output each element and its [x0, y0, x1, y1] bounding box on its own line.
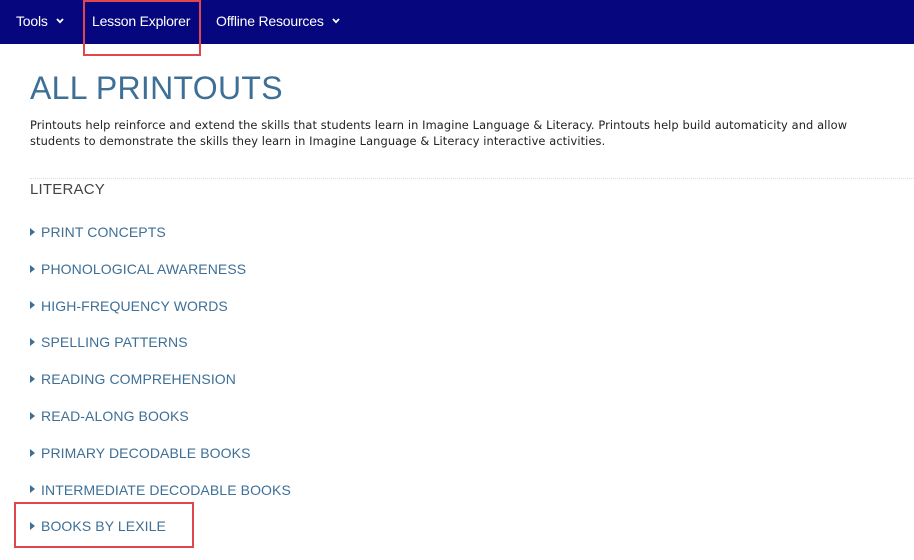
caret-right-icon [30, 227, 35, 236]
caret-right-icon [30, 374, 35, 383]
intro-paragraph: Printouts help reinforce and extend the … [30, 118, 848, 148]
literacy-heading: LITERACY [30, 181, 105, 198]
top-navbar: Tools Lesson Explorer Offline Resources [0, 0, 914, 44]
category-label: PRIMARY DECODABLE BOOKS [41, 444, 251, 461]
chevron-down-icon [332, 18, 340, 24]
category-label: READ-ALONG BOOKS [41, 407, 189, 424]
category-high-frequency-words[interactable]: HIGH-FREQUENCY WORDS [30, 296, 291, 333]
category-label: READING COMPREHENSION [41, 371, 237, 388]
category-spelling-patterns[interactable]: SPELLING PATTERNS [30, 332, 291, 369]
category-label: BOOKS BY LEXILE [41, 518, 166, 535]
caret-right-icon [30, 338, 35, 347]
nav-lesson-explorer-label: Lesson Explorer [92, 13, 191, 29]
category-label: INTERMEDIATE DECODABLE BOOKS [41, 481, 291, 498]
nav-offline-resources-label: Offline Resources [216, 13, 324, 29]
caret-right-icon [30, 448, 35, 457]
category-books-by-lexile[interactable]: BOOKS BY LEXILE [30, 516, 291, 553]
category-print-concepts[interactable]: PRINT CONCEPTS [30, 222, 291, 259]
category-phonological-awareness[interactable]: PHONOLOGICAL AWARENESS [30, 259, 291, 296]
category-label: HIGH-FREQUENCY WORDS [41, 297, 228, 314]
nav-lesson-explorer[interactable]: Lesson Explorer [92, 0, 190, 44]
caret-right-icon [30, 522, 35, 531]
category-label: PRINT CONCEPTS [41, 224, 166, 240]
page-title: ALL PRINTOUTS [30, 70, 283, 106]
category-read-along-books[interactable]: READ-ALONG BOOKS [30, 406, 291, 443]
nav-tools-label: Tools [16, 13, 48, 29]
chevron-down-icon [56, 18, 65, 24]
caret-right-icon [30, 411, 35, 420]
category-reading-comprehension[interactable]: READING COMPREHENSION [30, 369, 291, 406]
category-intermediate-decodable-books[interactable]: INTERMEDIATE DECODABLE BOOKS [30, 480, 291, 517]
caret-right-icon [30, 264, 35, 273]
category-primary-decodable-books[interactable]: PRIMARY DECODABLE BOOKS [30, 443, 291, 480]
category-label: SPELLING PATTERNS [41, 334, 188, 351]
section-divider [30, 178, 914, 179]
category-label: PHONOLOGICAL AWARENESS [41, 260, 247, 277]
nav-tools-menu[interactable]: Tools [16, 0, 65, 44]
caret-right-icon [30, 485, 35, 494]
caret-right-icon [30, 301, 35, 310]
nav-offline-resources-menu[interactable]: Offline Resources [216, 0, 340, 44]
literacy-category-list: PRINT CONCEPTS PHONOLOGICAL AWARENESS HI… [30, 222, 291, 553]
